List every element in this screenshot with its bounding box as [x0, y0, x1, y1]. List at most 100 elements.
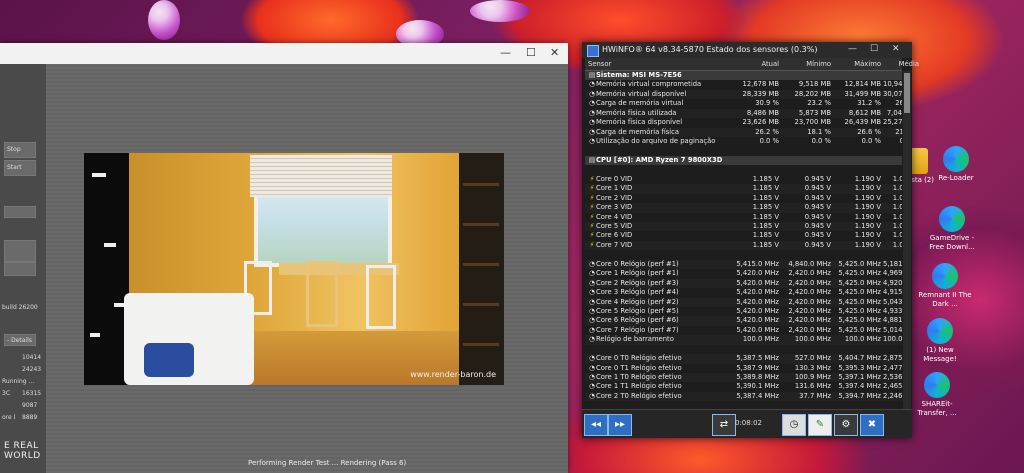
average-value: 0.0 %: [899, 137, 902, 146]
sensor-row[interactable]: ◔Carga de memória virtual 30.9 % 23.2 % 31.…: [585, 99, 902, 108]
sensor-row[interactable]: ⚡Core 0 VID 1.185 V 0.945 V 1.190 V 1.074 V: [585, 175, 902, 184]
sensor-row[interactable]: ◔Core 4 Relógio (perf #2) 5,420.0 MHz 2,42…: [585, 297, 902, 307]
current-value: 1.185 V: [752, 174, 779, 183]
sensor-name: ◔Core 7 Relógio (perf #7): [589, 325, 679, 334]
sensor-group-header[interactable]: ▤CPU [#0]: AMD Ryzen 7 9800X3D: [585, 155, 902, 166]
sensor-row[interactable]: ◔Core 6 Relógio (perf #6) 5,420.0 MHz 2,42…: [585, 316, 902, 326]
sensor-row[interactable]: ◔Core 2 Relógio (perf #3) 5,420.0 MHz 2,42…: [585, 278, 902, 289]
average-value: 26.6 %: [895, 99, 902, 108]
sensor-row[interactable]: ◔Core 5 Relógio (perf #5) 5,420.0 MHz 2,42…: [585, 307, 902, 316]
current-value: 5,390.1 MHz: [736, 382, 779, 391]
maximize-icon[interactable]: ☐: [870, 44, 878, 54]
sensor-row[interactable]: ⚡Core 3 VID 1.185 V 0.945 V 1.190 V 1.074 V: [585, 203, 902, 213]
minimize-icon[interactable]: —: [500, 46, 511, 59]
settings-gear-icon[interactable]: ⚙: [834, 414, 858, 436]
minimize-icon[interactable]: —: [848, 44, 857, 54]
close-icon[interactable]: ✕: [892, 44, 900, 54]
average-value: 4,881.0 MHz: [883, 316, 902, 325]
sensor-row[interactable]: ◔Memória física utilizada 8,486 MB 5,873 M…: [585, 108, 902, 119]
gauge-icon: ◔: [589, 127, 595, 136]
report-icon[interactable]: ✎: [808, 414, 832, 436]
column-header-sensor[interactable]: Sensor: [588, 60, 728, 68]
sensor-row[interactable]: ◔Core 1 T1 Relógio efetivo 5,390.1 MHz 131…: [585, 382, 902, 391]
sensor-name: ◔Memória virtual disponível: [589, 89, 687, 98]
sensor-list-scrollbar[interactable]: [903, 71, 911, 409]
maximum-value: 1.190 V: [854, 203, 881, 212]
hwinfo-sensor-window[interactable]: HWiNFO® 64 v8.34-5870 Estado dos sensore…: [582, 42, 919, 438]
sensor-row[interactable]: ◔Memória virtual disponível 28,339 MB 28,2…: [585, 89, 902, 100]
render-window-titlebar[interactable]: — ☐ ✕: [0, 43, 568, 64]
sensor-row[interactable]: ◔Memória física disponível 23,626 MB 23,70…: [585, 118, 902, 127]
sensor-row[interactable]: ⚡Core 2 VID 1.185 V 0.945 V 1.190 V 1.074 V: [585, 194, 902, 203]
minimum-value: 5,873 MB: [798, 108, 831, 117]
sensor-row[interactable]: ⚡Core 7 VID 1.185 V 0.945 V 1.190 V 1.074 V: [585, 240, 902, 251]
score-value: 9087: [22, 402, 38, 409]
sensor-name: ◔Memória virtual comprometida: [589, 80, 702, 89]
sensor-row[interactable]: ◔Core 1 Relógio (perf #1) 5,420.0 MHz 2,42…: [585, 269, 902, 278]
scrollbar-thumb[interactable]: [904, 73, 910, 113]
navigate-back-icon[interactable]: ◂◂: [584, 414, 608, 436]
sensor-row[interactable]: ◔Core 0 T0 Relógio efetivo 5,387.5 MHz 527…: [585, 354, 902, 364]
sensor-row[interactable]: ⚡Core 4 VID 1.185 V 0.945 V 1.190 V 1.075 V: [585, 213, 902, 222]
info-box: [4, 240, 36, 262]
dropdown[interactable]: [4, 206, 36, 218]
average-value: 4,969.0 MHz: [883, 269, 902, 278]
minimum-value: 0.945 V: [804, 212, 831, 221]
details-button[interactable]: - Details: [4, 334, 36, 346]
desktop-icon-gamedrive[interactable]: GameDrive - Free Downl...: [922, 206, 982, 251]
average-value: 7,041 MB: [886, 108, 902, 117]
sensor-name: ◔Core 2 Relógio (perf #3): [589, 278, 679, 287]
sensor-row[interactable]: ⚡Core 1 VID 1.185 V 0.945 V 1.190 V 1.074 V: [585, 184, 902, 194]
average-value: 1.074 V: [892, 174, 902, 183]
maximum-value: 5,425.0 MHz: [838, 297, 881, 306]
desktop-icon-remnant[interactable]: Remnant II The Dark ...: [915, 263, 975, 308]
column-header-maximum[interactable]: Máximo: [833, 60, 881, 68]
current-value: 26.2 %: [755, 127, 779, 136]
sensor-row[interactable]: ◔Core 2 T0 Relógio efetivo 5,387.4 MHz 37.…: [585, 391, 902, 402]
sensor-name: ◔Core 0 Relógio (perf #1): [589, 259, 679, 268]
current-value: 28,339 MB: [742, 89, 779, 98]
clock-icon[interactable]: ◷: [782, 414, 806, 436]
desktop-icon-reloader[interactable]: Re-Loader: [926, 146, 986, 183]
sensor-row[interactable]: ⚡Core 5 VID 1.185 V 0.945 V 1.190 V 1.074 V: [585, 222, 902, 232]
sensor-row[interactable]: ⚡Core 6 VID 1.185 V 0.945 V 1.190 V 1.074 V: [585, 231, 902, 240]
sensor-name: ⚡ Core 5 VID: [589, 222, 633, 230]
sensor-row[interactable]: ◔Core 3 Relógio (perf #4) 5,420.0 MHz 2,42…: [585, 288, 902, 297]
sensor-row[interactable]: ◔Memória virtual comprometida 12,678 MB 9,…: [585, 80, 902, 89]
minimum-value: 18.1 %: [807, 127, 831, 136]
navigate-forward-icon[interactable]: ▸▸: [608, 414, 632, 436]
gauge-icon: ◔: [589, 382, 595, 391]
sensor-row[interactable]: ◔Relógio de barramento 100.0 MHz 100.0 MHz…: [585, 335, 902, 345]
sensor-row[interactable]: ◔Core 0 T1 Relógio efetivo 5,387.9 MHz 130…: [585, 364, 902, 373]
sensor-list[interactable]: ▤Sistema: MSI MS-7E56 ◔Memória virtual co…: [585, 71, 902, 409]
column-header-minimum[interactable]: Mínimo: [781, 60, 831, 68]
current-value: 1.185 V: [752, 184, 779, 193]
close-sensors-icon[interactable]: ✖: [860, 414, 884, 436]
minimum-value: 4,840.0 MHz: [788, 259, 831, 268]
volt-icon: ⚡: [589, 222, 595, 230]
hwinfo-titlebar[interactable]: HWiNFO® 64 v8.34-5870 Estado dos sensore…: [582, 42, 912, 58]
minimum-value: 0.945 V: [804, 240, 831, 249]
stop-button[interactable]: Stop: [4, 142, 36, 158]
sensor-name: ⚡ Core 3 VID: [589, 203, 633, 212]
network-icon[interactable]: ⇄: [712, 414, 736, 436]
render-status-text: Performing Render Test ... Rendering (Pa…: [248, 459, 407, 467]
wallpaper-bubble: [148, 0, 180, 40]
current-value: 1.185 V: [752, 203, 779, 212]
sensor-row[interactable]: ◔Carga de memória física 26.2 % 18.1 % 26.6…: [585, 127, 902, 138]
sensor-row[interactable]: ◔Core 1 T0 Relógio efetivo 5,389.8 MHz 100…: [585, 373, 902, 383]
sensor-group-header[interactable]: ▤Sistema: MSI MS-7E56: [585, 71, 902, 81]
column-header-average[interactable]: Média: [883, 60, 919, 68]
sensor-row[interactable]: ◔Core 7 Relógio (perf #7) 5,420.0 MHz 2,42…: [585, 326, 902, 335]
sensor-row[interactable]: ◔Core 0 Relógio (perf #1) 5,415.0 MHz 4,84…: [585, 259, 902, 270]
start-button[interactable]: Start: [4, 160, 36, 176]
column-header-current[interactable]: Atual: [729, 60, 779, 68]
sensor-name: ⚡ Core 0 VID: [589, 174, 633, 183]
close-icon[interactable]: ✕: [550, 46, 559, 59]
maximize-icon[interactable]: ☐: [526, 46, 536, 59]
current-value: 1.185 V: [752, 222, 779, 230]
desktop-icon-shareit[interactable]: SHAREit-Transfer, ...: [907, 372, 967, 417]
sensor-row[interactable]: ◔Utilização do arquivo de paginação 0.0 %…: [585, 137, 902, 146]
desktop-icon-new-message[interactable]: (1) New Message!: [910, 318, 970, 363]
chair: [306, 261, 338, 327]
